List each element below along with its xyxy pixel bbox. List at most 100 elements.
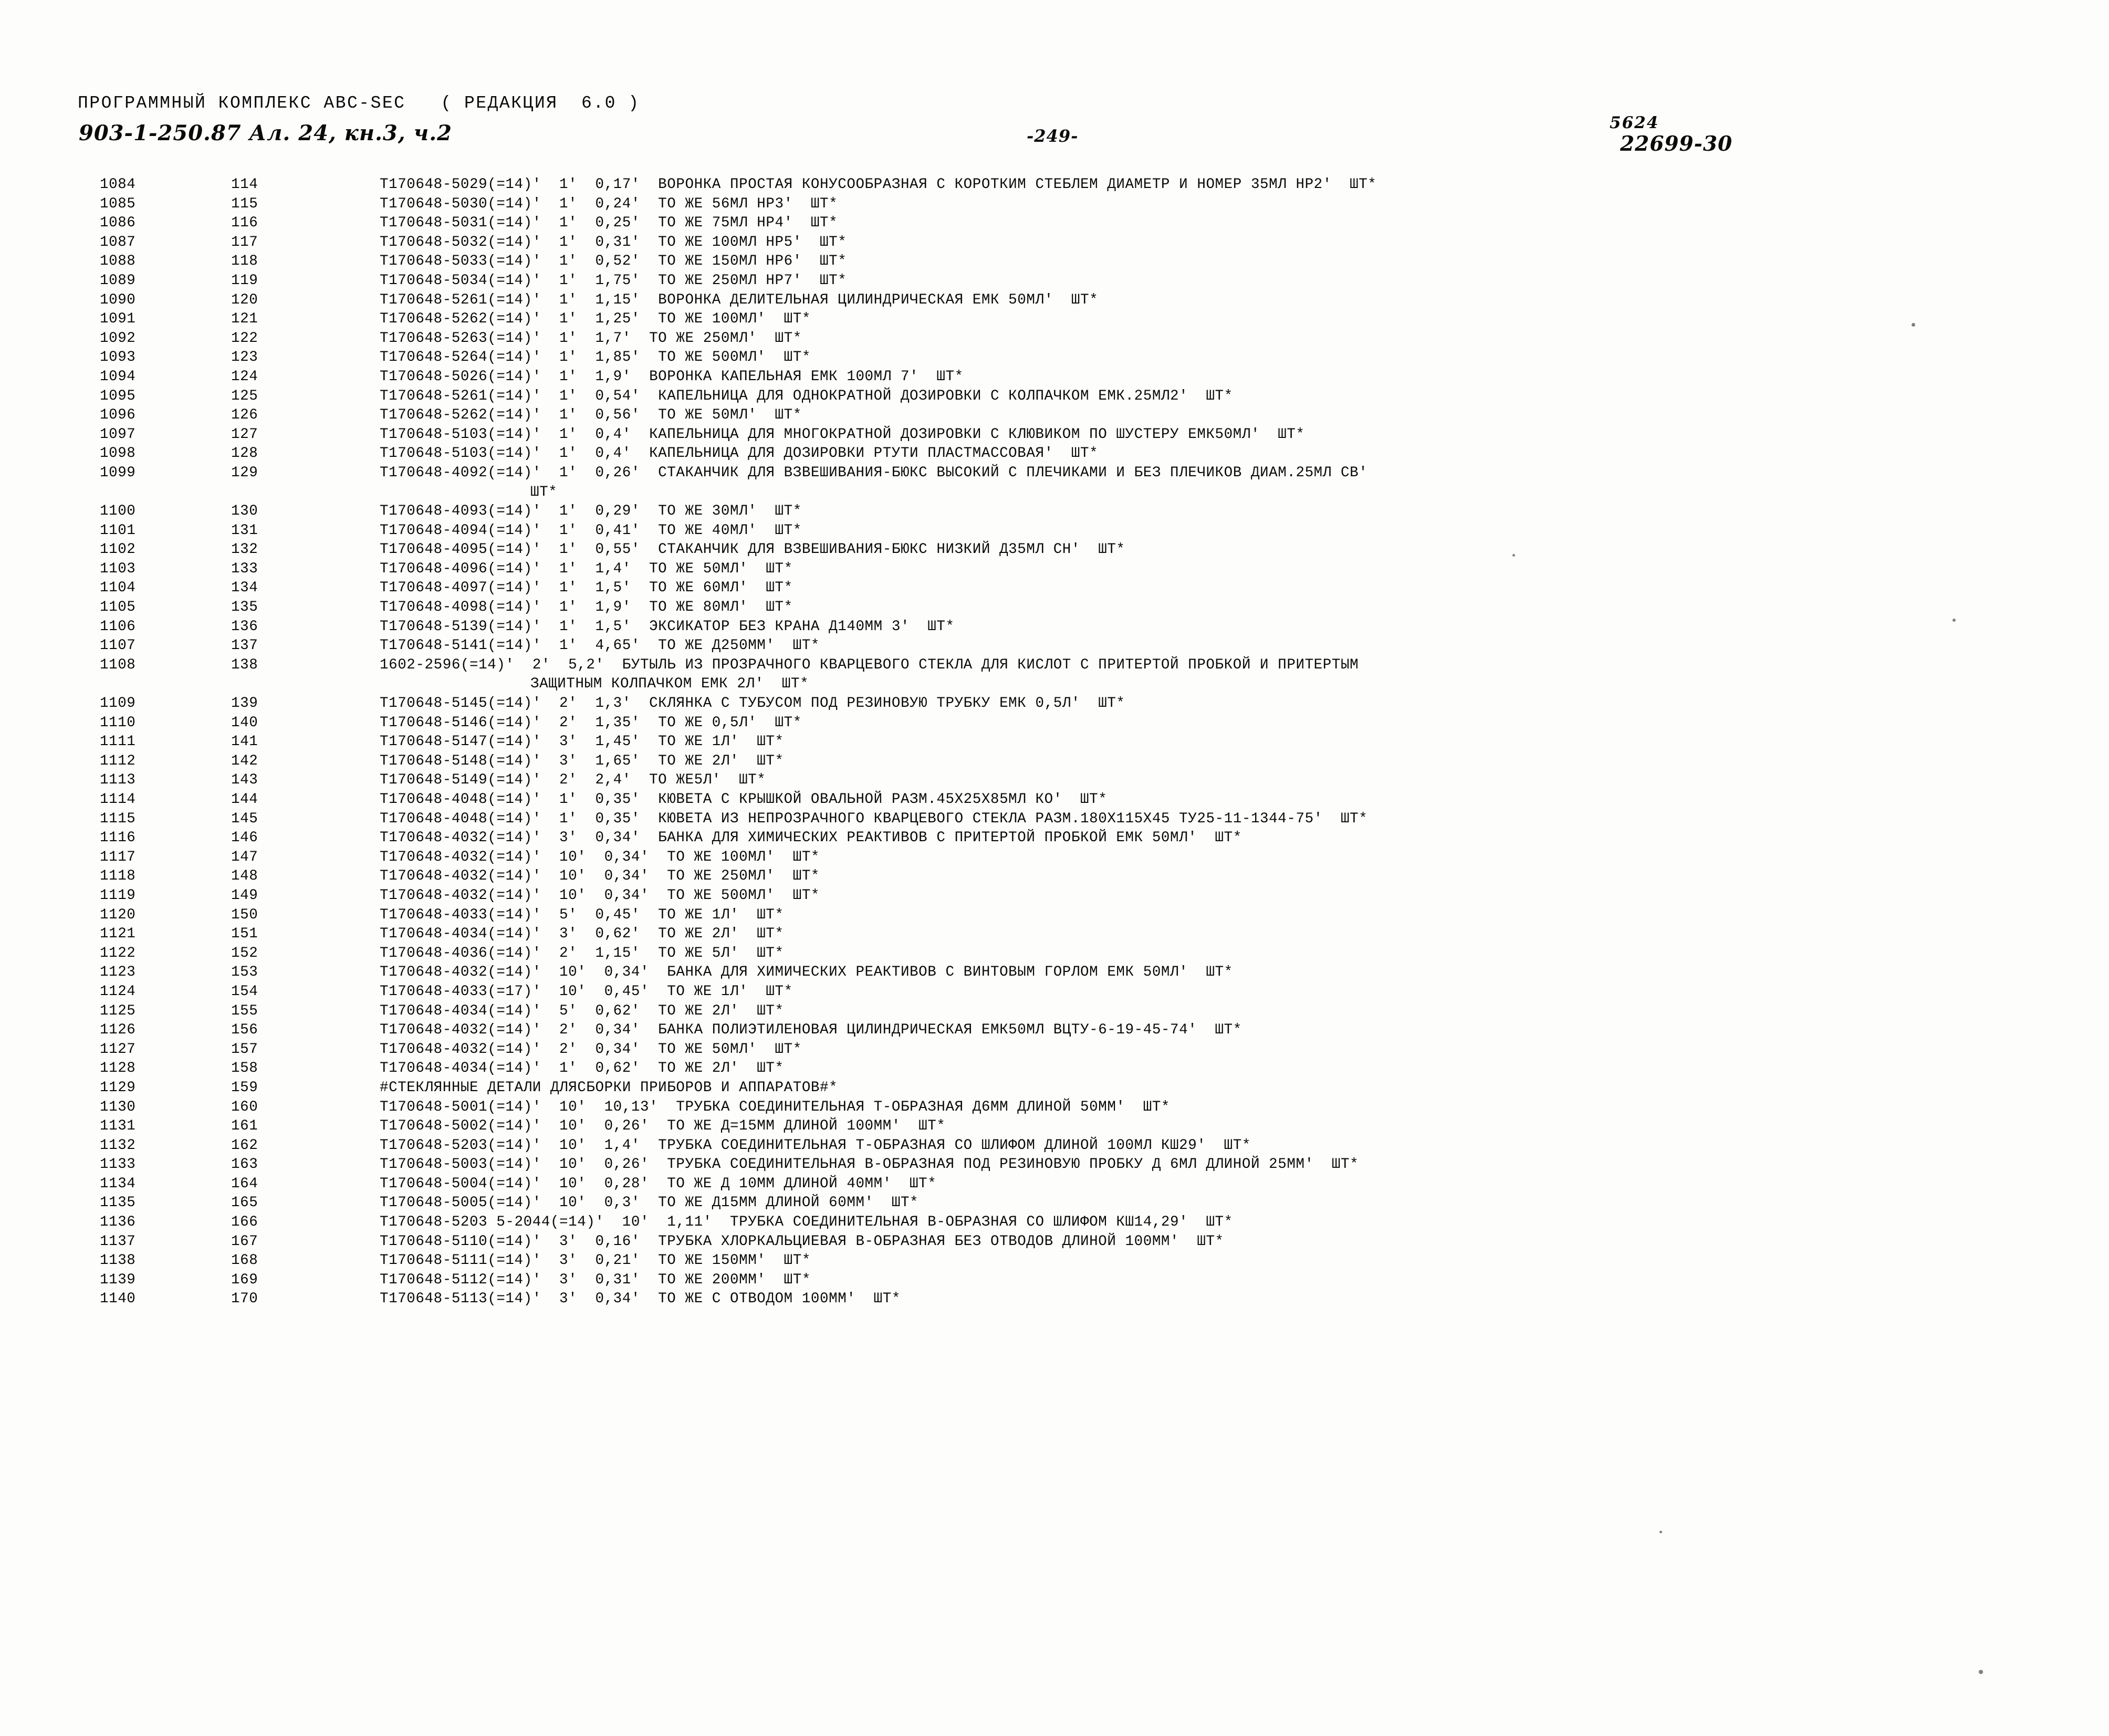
listing-row: 1140 170 Т170648-5113(=14)' 3' 0,34' ТО ЖЕ… xyxy=(0,1291,2109,1310)
row-position-number: 156 xyxy=(231,1022,258,1039)
listing-row: 1118 148 Т170648-4032(=14)' 10' 0,34' ТО Ж… xyxy=(0,868,2109,887)
row-sequence-number: 1088 xyxy=(100,253,136,270)
row-sequence-number: 1127 xyxy=(100,1041,136,1058)
listing-row: 1131 161 Т170648-5002(=14)' 10' 0,26' ТО Ж… xyxy=(0,1118,2109,1137)
sheet-number: 22699-30 xyxy=(1620,132,1733,156)
program-title: ПРОГРАММНЫЙ КОМПЛЕКС АВС-SEC ( РЕДАКЦИЯ … xyxy=(78,93,640,113)
listing-row: 1139 169 Т170648-5112(=14)' 3' 0,31' ТО ЖЕ… xyxy=(0,1272,2109,1291)
row-description: Т170648-4095(=14)' 1' 0,55' СТАКАНЧИК ДЛ… xyxy=(380,541,1125,558)
listing-row: 1123 153 Т170648-4032(=14)' 10' 0,34' БАНК… xyxy=(0,964,2109,984)
row-position-number: 135 xyxy=(231,599,258,616)
row-sequence-number: 1109 xyxy=(100,695,136,712)
row-description: Т170648-5033(=14)' 1' 0,52' ТО ЖЕ 150МЛ … xyxy=(380,253,847,270)
row-position-number: 149 xyxy=(231,887,258,904)
row-description: Т170648-4092(=14)' 1' 0,26' СТАКАНЧИК ДЛ… xyxy=(380,464,1368,481)
listing-row: 1138 168 Т170648-5111(=14)' 3' 0,21' ТО ЖЕ… xyxy=(0,1252,2109,1272)
listing-row: 1132 162 Т170648-5203(=14)' 10' 1,4' ТРУБК… xyxy=(0,1137,2109,1157)
row-sequence-number: 1130 xyxy=(100,1099,136,1115)
row-sequence-number: 1098 xyxy=(100,445,136,462)
row-position-number: 138 xyxy=(231,656,258,673)
row-position-number: 165 xyxy=(231,1195,258,1211)
row-sequence-number: 1128 xyxy=(100,1060,136,1077)
row-position-number: 130 xyxy=(231,503,258,520)
row-sequence-number: 1095 xyxy=(100,388,136,404)
row-description: Т170648-5005(=14)' 10' 0,3' ТО ЖЕ Д15ММ … xyxy=(380,1195,919,1211)
row-sequence-number: 1131 xyxy=(100,1118,136,1135)
listing-row: 1092 122 Т170648-5263(=14)' 1' 1,7' ТО ЖЕ … xyxy=(0,330,2109,350)
scan-speck xyxy=(1979,1670,1983,1674)
listing-row: 1088 118 Т170648-5033(=14)' 1' 0,52' ТО ЖЕ… xyxy=(0,253,2109,273)
row-sequence-number: 1137 xyxy=(100,1233,136,1250)
row-position-number: 170 xyxy=(231,1291,258,1308)
row-description: Т170648-5031(=14)' 1' 0,25' ТО ЖЕ 75МЛ Н… xyxy=(380,215,838,232)
row-sequence-number: 1106 xyxy=(100,618,136,635)
row-description: Т170648-5203(=14)' 10' 1,4' ТРУБКА СОЕДИ… xyxy=(380,1137,1251,1154)
row-description: Т170648-5261(=14)' 1' 1,15' ВОРОНКА ДЕЛИ… xyxy=(380,291,1099,308)
row-sequence-number: 1125 xyxy=(100,1002,136,1019)
row-position-number: 115 xyxy=(231,195,258,212)
row-sequence-number: 1114 xyxy=(100,791,136,808)
row-position-number: 150 xyxy=(231,906,258,923)
row-position-number: 128 xyxy=(231,445,258,462)
row-sequence-number: 1107 xyxy=(100,637,136,654)
listing-row: 1111 141 Т170648-5147(=14)' 3' 1,45' ТО ЖЕ… xyxy=(0,734,2109,753)
listing-row: 1086 116 Т170648-5031(=14)' 1' 0,25' ТО ЖЕ… xyxy=(0,215,2109,234)
row-position-number: 147 xyxy=(231,849,258,865)
row-description: Т170648-5149(=14)' 2' 2,4' ТО ЖЕ5Л' ШТ* xyxy=(380,772,766,789)
document-code: 903-1-250.87 Ал. 24, кн.3, ч.2 xyxy=(79,121,452,145)
page-header: ПРОГРАММНЫЙ КОМПЛЕКС АВС-SEC ( РЕДАКЦИЯ … xyxy=(0,93,2109,172)
listing-row: 1112 142 Т170648-5148(=14)' 3' 1,65' ТО ЖЕ… xyxy=(0,753,2109,772)
listing-row: 1105 135 Т170648-4098(=14)' 1' 1,9' ТО ЖЕ … xyxy=(0,599,2109,619)
row-sequence-number: 1120 xyxy=(100,906,136,923)
row-description: Т170648-5032(=14)' 1' 0,31' ТО ЖЕ 100МЛ … xyxy=(380,234,847,250)
row-description: Т170648-5004(=14)' 10' 0,28' ТО ЖЕ Д 10М… xyxy=(380,1175,937,1192)
row-description: Т170648-4034(=14)' 3' 0,62' ТО ЖЕ 2Л' ШТ… xyxy=(380,926,784,943)
row-sequence-number: 1140 xyxy=(100,1291,136,1308)
row-position-number: 136 xyxy=(231,618,258,635)
row-position-number: 161 xyxy=(231,1118,258,1135)
listing-row: 1113 143 Т170648-5149(=14)' 2' 2,4' ТО ЖЕ5… xyxy=(0,772,2109,791)
scan-speck xyxy=(1912,323,1915,327)
row-description: Т170648-4032(=14)' 10' 0,34' ТО ЖЕ 100МЛ… xyxy=(380,849,820,865)
row-position-number: 144 xyxy=(231,791,258,808)
job-number: 5624 xyxy=(1610,113,1659,132)
row-sequence-number: 1094 xyxy=(100,368,136,385)
row-sequence-number: 1084 xyxy=(100,176,136,193)
row-position-number: 163 xyxy=(231,1156,258,1173)
row-position-number: 151 xyxy=(231,926,258,943)
listing-row: 1135 165 Т170648-5005(=14)' 10' 0,3' ТО ЖЕ… xyxy=(0,1195,2109,1214)
scanned-page: ПРОГРАММНЫЙ КОМПЛЕКС АВС-SEC ( РЕДАКЦИЯ … xyxy=(0,0,2109,1736)
row-sequence-number: 1101 xyxy=(100,522,136,539)
listing-row: 1106 136 Т170648-5139(=14)' 1' 1,5' ЭКСИКА… xyxy=(0,619,2109,638)
row-position-number: 154 xyxy=(231,983,258,1000)
row-description: Т170648-5146(=14)' 2' 1,35' ТО ЖЕ 0,5Л' … xyxy=(380,714,802,731)
row-sequence-number: 1108 xyxy=(100,656,136,673)
row-position-number: 146 xyxy=(231,830,258,846)
scan-speck xyxy=(1953,619,1956,622)
row-description: Т170648-4097(=14)' 1' 1,5' ТО ЖЕ 60МЛ' Ш… xyxy=(380,580,793,597)
listing-row: 1095 125 Т170648-5261(=14)' 1' 0,54' КАПЕЛ… xyxy=(0,388,2109,407)
row-description: Т170648-5001(=14)' 10' 10,13' ТРУБКА СОЕ… xyxy=(380,1099,1171,1115)
row-description: Т170648-4096(=14)' 1' 1,4' ТО ЖЕ 50МЛ' Ш… xyxy=(380,560,793,577)
row-position-number: 141 xyxy=(231,734,258,750)
row-position-number: 139 xyxy=(231,695,258,712)
row-position-number: 148 xyxy=(231,868,258,885)
row-description: Т170648-4098(=14)' 1' 1,9' ТО ЖЕ 80МЛ' Ш… xyxy=(380,599,793,616)
row-position-number: 114 xyxy=(231,176,258,193)
listing-row: 1098 128 Т170648-5103(=14)' 1' 0,4' КАПЕЛЬ… xyxy=(0,445,2109,465)
listing-row: 1116 146 Т170648-4032(=14)' 3' 0,34' БАНКА… xyxy=(0,830,2109,849)
row-position-number: 140 xyxy=(231,714,258,731)
listing-row: 1094 124 Т170648-5026(=14)' 1' 1,9' ВОРОНК… xyxy=(0,369,2109,388)
listing-row: 1107 137 Т170648-5141(=14)' 1' 4,65' ТО ЖЕ… xyxy=(0,637,2109,657)
listing-row: 1130 160 Т170648-5001(=14)' 10' 10,13' ТРУ… xyxy=(0,1099,2109,1118)
row-description: Т170648-5261(=14)' 1' 0,54' КАПЕЛЬНИЦА Д… xyxy=(380,388,1233,404)
row-description: Т170648-5141(=14)' 1' 4,65' ТО ЖЕ Д250ММ… xyxy=(380,637,820,654)
row-sequence-number: 1096 xyxy=(100,407,136,424)
row-sequence-number: 1097 xyxy=(100,426,136,443)
row-position-number: 168 xyxy=(231,1252,258,1269)
listing-row: 1084 114 Т170648-5029(=14)' 1' 0,17' ВОРОН… xyxy=(0,176,2109,196)
row-description: Т170648-5262(=14)' 1' 1,25' ТО ЖЕ 100МЛ'… xyxy=(380,311,811,328)
listing-row: 1137 167 Т170648-5110(=14)' 3' 0,16' ТРУБК… xyxy=(0,1233,2109,1253)
row-description: Т170648-5113(=14)' 3' 0,34' ТО ЖЕ С ОТВО… xyxy=(380,1291,901,1308)
row-position-number: 122 xyxy=(231,330,258,347)
